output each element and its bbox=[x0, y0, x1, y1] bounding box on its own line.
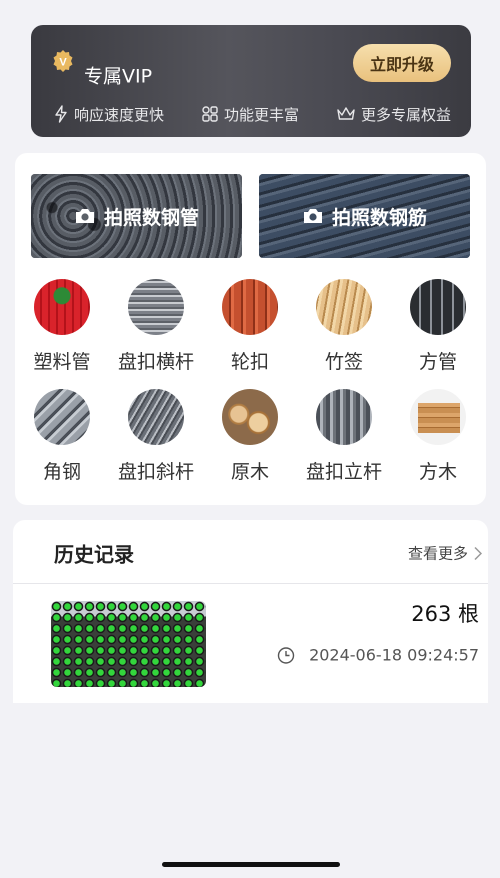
clock-icon bbox=[277, 646, 295, 664]
category-label: 方木 bbox=[418, 461, 457, 483]
camera-icon bbox=[303, 209, 322, 223]
tools-card: 拍照数钢管 拍照数钢筋 塑料管 盘扣横杆 轮扣 竹签 方管 角钢 盘扣斜杆 原木… bbox=[15, 153, 486, 505]
category-label: 盘扣横杆 bbox=[117, 351, 194, 373]
category-square-timber[interactable]: 方木 bbox=[391, 389, 485, 484]
category-plastic-pipe[interactable]: 塑料管 bbox=[15, 279, 109, 374]
category-label: 塑料管 bbox=[33, 351, 91, 373]
scan-steel-pipe-button[interactable]: 拍照数钢管 bbox=[31, 174, 242, 258]
grid-icon bbox=[202, 106, 218, 122]
category-label: 角钢 bbox=[42, 461, 81, 483]
vip-badge-icon: V bbox=[53, 50, 73, 72]
lightning-icon bbox=[55, 105, 67, 123]
vip-title: 专属VIP bbox=[84, 65, 153, 88]
upgrade-button[interactable]: 立即升级 bbox=[353, 44, 451, 82]
category-label: 轮扣 bbox=[230, 351, 269, 373]
category-thumb bbox=[316, 279, 372, 335]
category-square-tube[interactable]: 方管 bbox=[391, 279, 485, 374]
category-log[interactable]: 原木 bbox=[203, 389, 297, 484]
category-thumb bbox=[316, 389, 372, 445]
category-label: 原木 bbox=[230, 461, 269, 483]
history-item-time-label: 2024-06-18 09:24:57 bbox=[309, 645, 479, 665]
scan-rebar-button[interactable]: 拍照数钢筋 bbox=[259, 174, 470, 258]
camera-icon bbox=[75, 209, 94, 223]
category-thumb bbox=[222, 389, 278, 445]
category-bamboo-stick[interactable]: 竹签 bbox=[297, 279, 391, 374]
vip-feature-speed: 响应速度更快 bbox=[53, 103, 164, 125]
history-item-time: 2024-06-18 09:24:57 bbox=[277, 646, 479, 665]
category-thumb bbox=[128, 389, 184, 445]
history-title: 历史记录 bbox=[54, 542, 134, 567]
vip-feature-label: 功能更丰富 bbox=[224, 105, 300, 124]
history-item-count: 263 根 bbox=[411, 602, 479, 626]
vip-feature-perks: 更多专属权益 bbox=[336, 103, 451, 125]
crown-icon bbox=[337, 107, 355, 120]
home-indicator[interactable] bbox=[162, 862, 340, 867]
category-thumb bbox=[34, 279, 90, 335]
category-thumb bbox=[222, 279, 278, 335]
scan-label: 拍照数钢管 bbox=[103, 206, 199, 229]
category-ringlock-standard[interactable]: 盘扣立杆 bbox=[297, 389, 391, 484]
category-label: 方管 bbox=[418, 351, 457, 373]
category-label: 盘扣斜杆 bbox=[117, 461, 194, 483]
vip-feature-label: 响应速度更快 bbox=[74, 105, 165, 124]
vip-card[interactable]: V 专属VIP 立即升级 响应速度更快 功能更丰富 更多专属权益 bbox=[31, 25, 471, 137]
category-thumb bbox=[410, 279, 466, 335]
category-wheel-buckle[interactable]: 轮扣 bbox=[203, 279, 297, 374]
vip-feature-functions: 功能更丰富 bbox=[201, 103, 299, 125]
chevron-right-icon bbox=[474, 546, 482, 560]
history-card: 历史记录 查看更多 263 根 2024-06-18 09:24:57 bbox=[13, 520, 488, 703]
category-thumb bbox=[410, 389, 466, 445]
category-angle-steel[interactable]: 角钢 bbox=[15, 389, 109, 484]
scan-label: 拍照数钢筋 bbox=[331, 206, 427, 229]
category-thumb bbox=[128, 279, 184, 335]
history-item-thumbnail[interactable] bbox=[51, 601, 206, 687]
view-more-label: 查看更多 bbox=[407, 544, 468, 563]
category-ringlock-ledger[interactable]: 盘扣横杆 bbox=[109, 279, 203, 374]
category-label: 竹签 bbox=[324, 351, 363, 373]
vip-feature-label: 更多专属权益 bbox=[361, 105, 452, 124]
category-ringlock-diagonal[interactable]: 盘扣斜杆 bbox=[109, 389, 203, 484]
view-more-link[interactable]: 查看更多 bbox=[408, 543, 482, 564]
divider bbox=[13, 583, 488, 584]
category-label: 盘扣立杆 bbox=[305, 461, 382, 483]
svg-text:V: V bbox=[59, 57, 67, 69]
category-thumb bbox=[34, 389, 90, 445]
